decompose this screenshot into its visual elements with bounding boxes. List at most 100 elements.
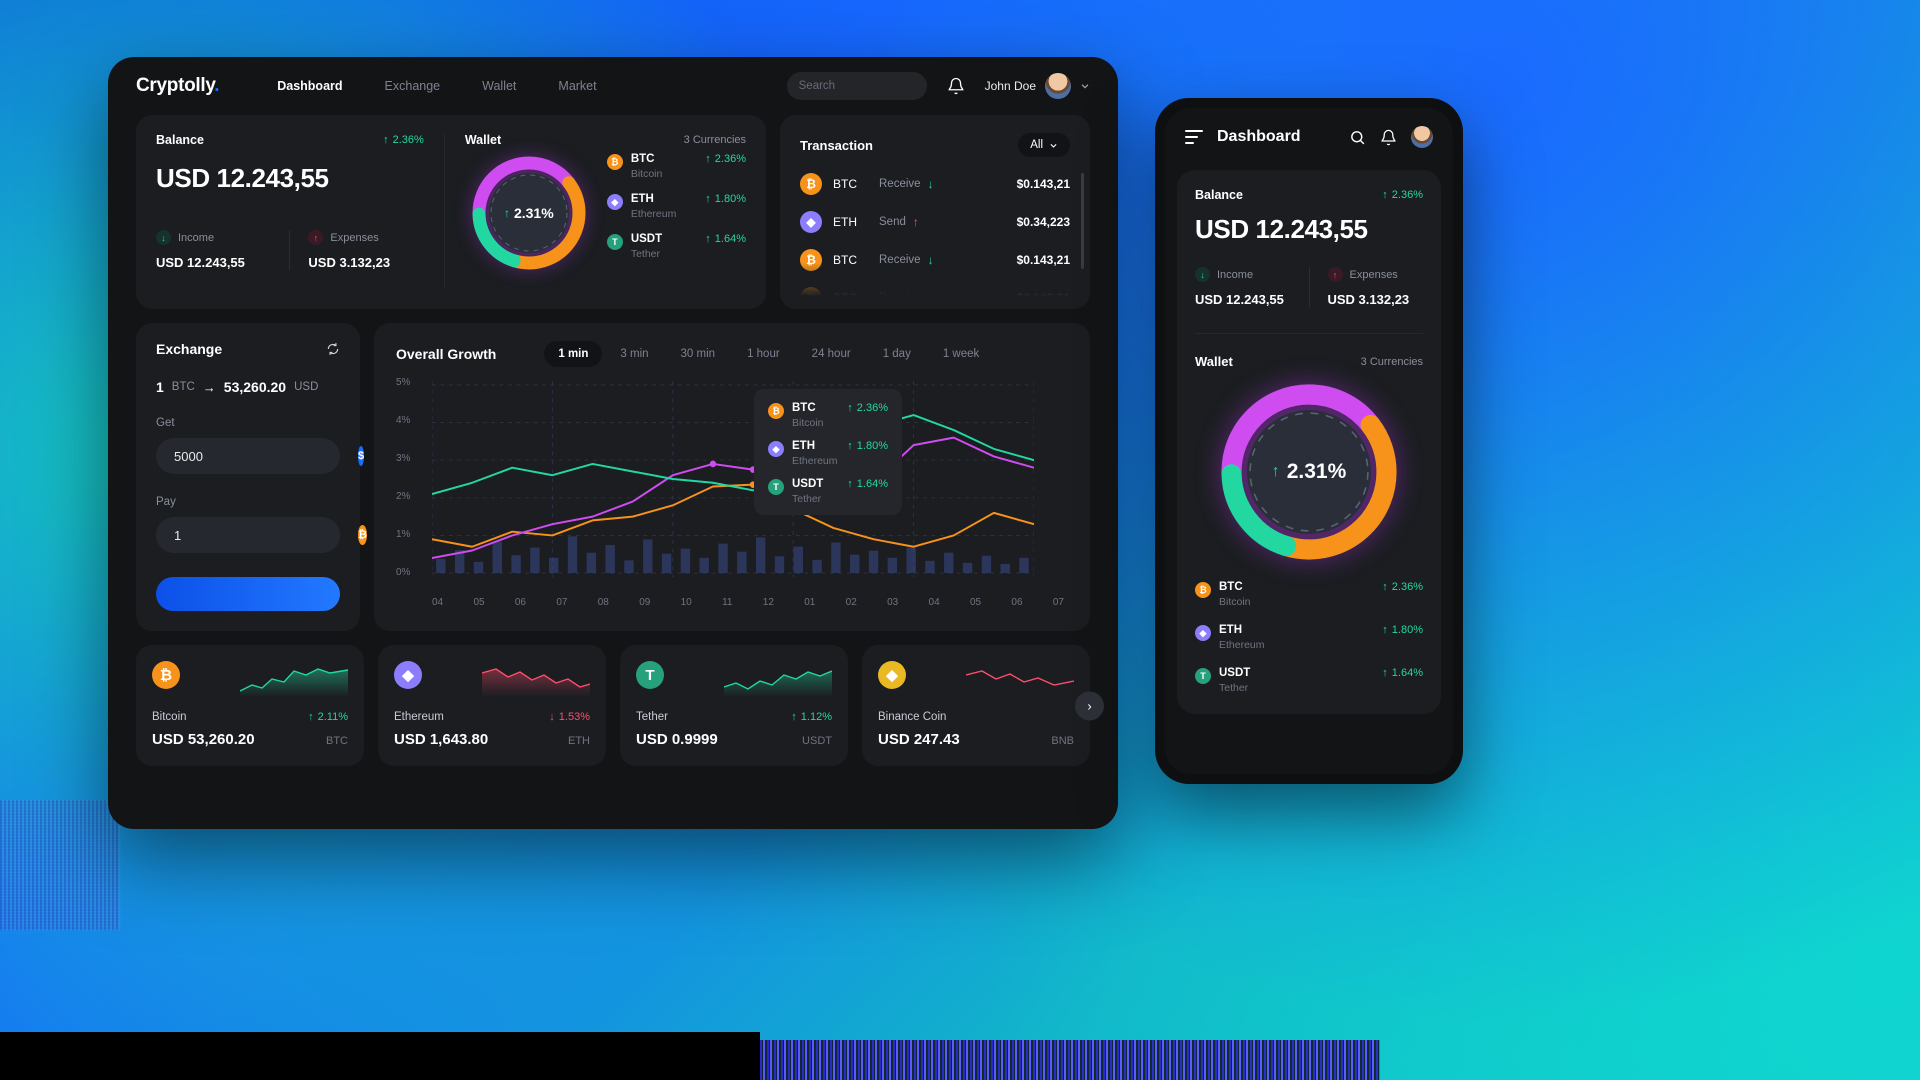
x-tick-label: 04 <box>928 597 940 608</box>
y-tick-4: 4% <box>396 415 411 426</box>
arrow-up-icon: ↑ <box>791 711 797 723</box>
coin-card-tether[interactable]: T Tether ↑ 1.12% USD 0.9999 USDT <box>620 645 848 766</box>
coin-change-value: 2.36% <box>714 153 746 165</box>
tab-30min[interactable]: 30 min <box>667 341 730 367</box>
table-row[interactable]: ◆ ETH Send ↑ $0.34,223 <box>800 211 1070 233</box>
tab-1min[interactable]: 1 min <box>544 341 603 367</box>
balance-wallet-card: Balance 2.36% USD 12.243,55 ↓ Income <box>136 115 766 309</box>
list-item[interactable]: T USDT Tether ↑ 1.64% <box>606 233 746 260</box>
search-input[interactable] <box>798 80 953 92</box>
list-item[interactable]: ◆ ETH Ethereum ↑ 1.80% <box>1195 624 1423 651</box>
coin-name: Bitcoin <box>792 417 824 429</box>
overall-growth-card: Overall Growth 1 min 3 min 30 min 1 hour… <box>374 323 1090 631</box>
x-tick-label: 05 <box>969 597 982 608</box>
arrow-up-icon: ↑ <box>912 215 919 229</box>
search-box[interactable] <box>786 72 953 100</box>
nav-item-dashboard[interactable]: Dashboard <box>277 79 342 93</box>
transaction-filter-dropdown[interactable]: All <box>1018 133 1070 157</box>
brand-logo[interactable]: Cryptolly. <box>136 75 220 97</box>
tab-1hour[interactable]: 1 hour <box>733 341 794 367</box>
tab-3min[interactable]: 3 min <box>606 341 662 367</box>
get-label: Get <box>156 417 175 429</box>
list-item[interactable]: ₿ BTC Bitcoin ↑ 2.36% <box>606 153 746 180</box>
pay-input[interactable] <box>174 527 350 543</box>
notification-bell-icon[interactable] <box>947 77 965 95</box>
search-icon[interactable] <box>1349 129 1366 146</box>
rate-to-amount: 53,260.20 <box>223 379 287 395</box>
hamburger-menu-icon[interactable] <box>1185 130 1203 144</box>
arrow-up-icon: ↑ <box>705 193 711 205</box>
notification-bell-icon[interactable] <box>1380 129 1397 146</box>
mobile-income-block: ↓ Income USD 12.243,55 <box>1195 267 1291 307</box>
tab-24hour[interactable]: 24 hour <box>798 341 865 367</box>
x-tick-label: 06 <box>514 597 526 608</box>
tab-1week[interactable]: 1 week <box>929 341 993 367</box>
coin-symbol: USDT <box>630 233 663 245</box>
coin-card-binance[interactable]: ◆ Binance Coin USD 247.43 BNB <box>862 645 1090 766</box>
coin-ticker: BTC <box>326 735 348 747</box>
wallet-section: Wallet 3 Currencies ↑ 2.31% ₿ BTC Bitcoi… <box>443 133 766 289</box>
list-item[interactable]: ₿ BTC Bitcoin ↑ 2.36% <box>1195 581 1423 608</box>
refresh-icon[interactable] <box>326 342 340 356</box>
coin-ticker: USDT <box>802 735 832 747</box>
balance-amount: USD 12.243,55 <box>156 163 329 193</box>
transaction-card: Transaction All ₿ BTC Receive ↓ $0.143,2… <box>780 115 1090 309</box>
arrow-up-icon: ↑ <box>1271 463 1280 480</box>
nav-item-market[interactable]: Market <box>558 79 596 93</box>
x-tick-label: 05 <box>473 597 485 608</box>
coin-change-value: 2.36% <box>856 402 888 414</box>
mobile-expenses-label: Expenses <box>1349 268 1398 281</box>
pay-field[interactable]: ₿ <box>156 517 367 553</box>
avatar[interactable] <box>1411 126 1433 148</box>
list-item[interactable]: T USDT Tether ↑ 1.64% <box>1195 667 1423 694</box>
coin-card-bitcoin[interactable]: ₿ Bitcoin ↑ 2.11% USD 53,260.20 BTC <box>136 645 364 766</box>
wallet-center-percent: 2.31% <box>513 205 554 221</box>
x-tick-label: 04 <box>432 597 444 608</box>
nav-item-wallet[interactable]: Wallet <box>482 79 516 93</box>
list-item[interactable]: ◆ ETH Ethereum ↑ 1.80% <box>606 193 746 220</box>
arrow-up-icon: ↑ <box>847 478 853 490</box>
coin-value: USD 247.43 <box>878 731 960 748</box>
bitcoin-icon: ₿ <box>606 154 623 170</box>
chevron-down-icon[interactable] <box>1080 81 1090 91</box>
user-menu[interactable]: John Doe <box>985 73 1090 99</box>
nav-item-exchange[interactable]: Exchange <box>385 79 441 93</box>
table-row[interactable]: ₿ BTC Receive ↓ $0.143,21 <box>800 173 1070 195</box>
ethereum-icon: ◆ <box>394 661 422 689</box>
coin-symbol: BTC <box>792 402 816 414</box>
bitcoin-icon: ₿ <box>800 173 822 195</box>
arrow-up-icon: ↑ <box>1382 667 1388 679</box>
scrollbar[interactable] <box>1081 173 1084 269</box>
growth-chart-svg <box>432 381 1034 577</box>
brand-dot: . <box>214 75 220 96</box>
coin-change-value: 1.64% <box>856 478 888 490</box>
timeframe-tabs: 1 min 3 min 30 min 1 hour 24 hour 1 day … <box>544 341 993 367</box>
income-value: USD 12.243,55 <box>156 255 245 270</box>
coin-change-value: 1.80% <box>714 193 746 205</box>
divider <box>289 230 291 270</box>
y-tick-2: 2% <box>396 491 411 502</box>
mobile-page-title: Dashboard <box>1217 128 1301 145</box>
mobile-balance-amount: USD 12.243,55 <box>1195 214 1368 244</box>
get-field[interactable]: $ <box>156 438 365 474</box>
next-coins-button[interactable]: › <box>1075 691 1104 720</box>
balance-section: Balance 2.36% USD 12.243,55 ↓ Income <box>136 133 444 289</box>
tab-1day[interactable]: 1 day <box>869 341 925 367</box>
wallet-currency-count: 3 Currencies <box>683 134 746 146</box>
mobile-wallet-title: Wallet <box>1195 354 1233 369</box>
background-bottom-bar <box>0 1032 760 1080</box>
sparkline-down <box>482 668 590 697</box>
transaction-filter-label: All <box>1030 139 1043 151</box>
usd-icon: $ <box>358 446 365 466</box>
get-input[interactable] <box>174 448 350 464</box>
expenses-up-icon: ↑ <box>1327 267 1343 282</box>
tooltip-row: ₿ BTC Bitcoin ↑ 2.36% <box>768 402 888 429</box>
coin-change: ↑ 2.36% <box>1382 581 1423 593</box>
exchange-submit-button[interactable] <box>156 577 340 611</box>
chevron-down-icon[interactable] <box>1049 141 1058 150</box>
mobile-income-label: Income <box>1217 268 1254 281</box>
x-tick-label: 07 <box>1052 597 1064 608</box>
coin-card-ethereum[interactable]: ◆ Ethereum ↓ 1.53% USD 1,643.80 ETH <box>378 645 606 766</box>
exchange-card: Exchange 1 BTC → 53,260.20 USD Get $ <box>136 323 367 631</box>
coin-change-value: 1.64% <box>1391 667 1423 679</box>
